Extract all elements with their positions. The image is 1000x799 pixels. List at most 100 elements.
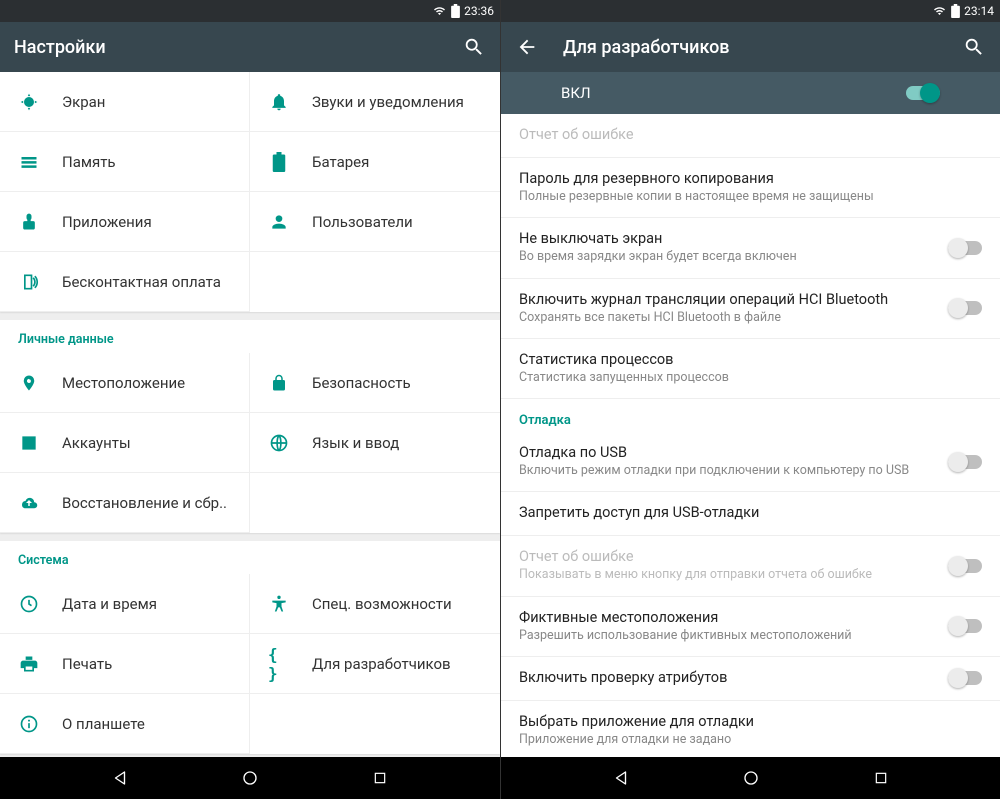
developer-row: Отчет об ошибкеПоказывать в меню кнопку … [501, 536, 1000, 596]
status-time: 23:36 [464, 4, 494, 18]
settings-item-accounts[interactable]: Аккаунты [0, 413, 250, 473]
settings-screen: 23:36 Настройки Экран Звуки и уведомлени… [0, 0, 500, 799]
settings-content: Экран Звуки и уведомления Память Батарея… [0, 72, 500, 757]
item-label: Память [62, 153, 116, 171]
nav-home[interactable] [741, 768, 761, 788]
developer-row[interactable]: Статистика процессовСтатистика запущенны… [501, 339, 1000, 399]
wifi-icon [432, 5, 447, 17]
settings-item-sound[interactable]: Звуки и уведомления [250, 72, 500, 132]
row-subtitle: Приложение для отладки не задано [519, 732, 982, 748]
row-switch[interactable] [948, 671, 982, 685]
settings-item-battery[interactable]: Батарея [250, 132, 500, 192]
settings-item-location[interactable]: Местоположение [0, 353, 250, 413]
nav-bar [501, 757, 1000, 799]
settings-group: Экран Звуки и уведомления Память Батарея… [0, 72, 500, 312]
row-title: Запретить доступ для USB-отладки [519, 504, 982, 521]
category-header: Личные данные [0, 320, 500, 353]
settings-item-backup[interactable]: Восстановление и сбр.. [0, 473, 250, 533]
master-toggle-switch[interactable] [906, 86, 940, 100]
globe-icon [268, 432, 290, 454]
settings-item-language[interactable]: Язык и ввод [250, 413, 500, 473]
row-title: Не выключать экран [519, 230, 936, 247]
arrow-back-icon [516, 36, 538, 58]
page-title: Настройки [14, 37, 438, 58]
row-subtitle: Разрешить использование фиктивных местоп… [519, 628, 936, 644]
row-subtitle: Полные резервные копии в настоящее время… [519, 189, 982, 205]
user-icon [268, 211, 290, 233]
nav-recent[interactable] [370, 768, 390, 788]
battery-icon [268, 151, 290, 173]
settings-item-print[interactable]: Печать [0, 634, 250, 694]
master-toggle-row[interactable]: ВКЛ [501, 72, 1000, 114]
section-header: Отладка [501, 399, 1000, 432]
developer-row[interactable]: Включить журнал трансляции операций HCI … [501, 279, 1000, 339]
developer-row[interactable]: Отладка по USBВключить режим отладки при… [501, 432, 1000, 492]
developer-row[interactable]: Запретить доступ для USB-отладки [501, 492, 1000, 536]
row-switch[interactable] [948, 619, 982, 633]
nav-bar [0, 757, 500, 799]
row-title: Фиктивные местоположения [519, 609, 936, 626]
clock-icon [18, 593, 40, 615]
item-label: Местоположение [62, 374, 185, 392]
back-button[interactable] [515, 35, 539, 59]
item-label: Пользователи [312, 213, 413, 231]
nav-back[interactable] [110, 768, 130, 788]
settings-item-users[interactable]: Пользователи [250, 192, 500, 252]
master-toggle-label: ВКЛ [561, 84, 591, 102]
info-icon [18, 713, 40, 735]
item-label: Экран [62, 93, 105, 111]
page-title: Для разработчиков [563, 37, 938, 58]
row-title: Пароль для резервного копирования [519, 170, 982, 187]
settings-group: Система Дата и время Спец. возможности П… [0, 541, 500, 754]
location-icon [18, 372, 40, 394]
nav-recent[interactable] [871, 768, 891, 788]
settings-group: Личные данные Местоположение Безопасност… [0, 320, 500, 533]
search-icon [963, 36, 985, 58]
item-label: Дата и время [62, 595, 157, 613]
row-title: Статистика процессов [519, 351, 982, 368]
item-label: Безопасность [312, 374, 411, 392]
settings-item-nfc[interactable]: Бесконтактная оплата [0, 252, 250, 312]
developer-row[interactable]: Выбрать приложение для отладкиПриложение… [501, 701, 1000, 757]
row-subtitle: Показывать в меню кнопку для отправки от… [519, 567, 936, 583]
row-switch[interactable] [948, 301, 982, 315]
settings-item-memory[interactable]: Память [0, 132, 250, 192]
developer-row[interactable]: Пароль для резервного копирования Полные … [501, 158, 1000, 218]
item-label: Спец. возможности [312, 595, 452, 613]
developer-row[interactable]: Включить проверку атрибутов [501, 657, 1000, 701]
item-label: О планшете [62, 715, 145, 733]
settings-item-security[interactable]: Безопасность [250, 353, 500, 413]
settings-item-datetime[interactable]: Дата и время [0, 574, 250, 634]
display-icon [18, 91, 40, 113]
backup-icon [18, 492, 40, 514]
app-bar: Для разработчиков [501, 22, 1000, 72]
settings-item-about[interactable]: О планшете [0, 694, 250, 754]
bell-icon [268, 91, 290, 113]
settings-item-accessibility[interactable]: Спец. возможности [250, 574, 500, 634]
row-switch [948, 559, 982, 573]
developer-row[interactable]: Не выключать экранВо время зарядки экран… [501, 218, 1000, 278]
developer-content: Отчет об ошибкеПароль для резервного коп… [501, 114, 1000, 757]
account-icon [18, 432, 40, 454]
search-button[interactable] [462, 35, 486, 59]
item-label: Восстановление и сбр.. [62, 494, 227, 512]
item-label: Бесконтактная оплата [62, 273, 221, 291]
row-switch[interactable] [948, 241, 982, 255]
row-switch[interactable] [948, 455, 982, 469]
search-button[interactable] [962, 35, 986, 59]
app-bar: Настройки [0, 22, 500, 72]
item-label: Аккаунты [62, 434, 131, 452]
item-label: Язык и ввод [312, 434, 399, 452]
developer-row[interactable]: Фиктивные местоположения Разрешить исполь… [501, 597, 1000, 657]
memory-icon [18, 151, 40, 173]
battery-icon [951, 4, 960, 18]
nav-back[interactable] [611, 768, 631, 788]
settings-item-apps[interactable]: Приложения [0, 192, 250, 252]
settings-item-display[interactable]: Экран [0, 72, 250, 132]
settings-item-developer[interactable]: { } Для разработчиков [250, 634, 500, 694]
nav-home[interactable] [240, 768, 260, 788]
item-label: Звуки и уведомления [312, 93, 464, 111]
status-bar: 23:36 [0, 0, 500, 22]
category-header: Система [0, 541, 500, 574]
accessibility-icon [268, 593, 290, 615]
